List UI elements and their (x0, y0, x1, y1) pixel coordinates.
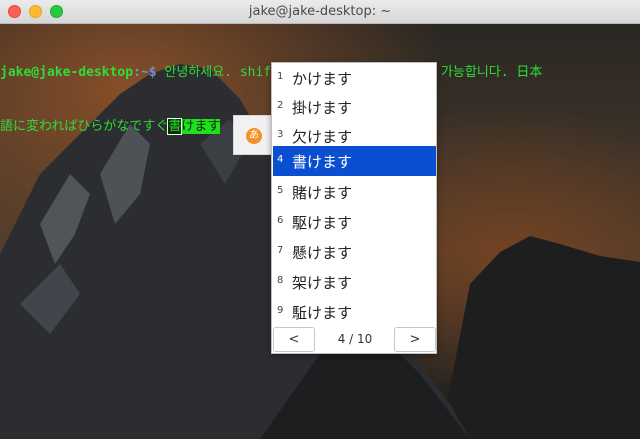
preedit-cursor-char: 書 (167, 118, 183, 135)
prompt-path: :~$ (133, 65, 157, 80)
candidate-item[interactable]: 9 駈けます (273, 297, 436, 327)
ime-candidate-window: 1 かけます 2 掛けます 3 欠けます 4 書けます 5 賭けます 6 駆けま… (271, 62, 437, 354)
candidate-number: 8 (277, 275, 284, 286)
preedit-remaining: けます (181, 119, 221, 134)
candidate-item[interactable]: 5 賭けます (273, 177, 436, 207)
previous-page-button[interactable]: < (273, 327, 315, 352)
candidate-number: 6 (277, 215, 284, 226)
page-indicator: 4 / 10 (337, 332, 373, 346)
candidate-number: 5 (277, 185, 284, 196)
candidate-word: 賭けます (292, 184, 353, 202)
candidate-number: 1 (277, 71, 284, 82)
hiragana-a-icon: あ (246, 128, 262, 144)
candidate-item[interactable]: 7 懸けます (273, 237, 436, 267)
candidate-word: 架けます (292, 274, 353, 292)
candidate-word: 欠けます (292, 128, 353, 146)
candidate-word: 懸けます (292, 244, 353, 262)
candidate-number: 3 (277, 129, 284, 140)
candidate-word: 駆けます (292, 214, 353, 232)
prompt-user: jake@jake-desktop (0, 65, 134, 80)
candidate-word: 駈けます (292, 304, 353, 322)
title-bar: jake@jake-desktop: ~ (0, 0, 640, 24)
candidate-number: 4 (277, 154, 284, 165)
candidate-number: 9 (277, 305, 284, 316)
candidate-item[interactable]: 1 かけます (273, 63, 436, 93)
candidate-word: 書けます (292, 153, 353, 171)
next-page-button[interactable]: > (394, 327, 436, 352)
candidate-number: 2 (277, 100, 284, 111)
candidate-item[interactable]: 6 駆けます (273, 207, 436, 237)
candidate-item[interactable]: 8 架けます (273, 267, 436, 297)
candidate-item-selected[interactable]: 4 書けます (273, 146, 436, 176)
candidate-word: かけます (292, 70, 353, 88)
candidate-number: 7 (277, 245, 284, 256)
input-text-line-2: 語に変わればひらがなですぐ (0, 119, 169, 134)
window-title: jake@jake-desktop: ~ (248, 4, 392, 19)
ime-preedit-text: 書けます (167, 118, 221, 135)
candidate-pager: < 4 / 10 > (272, 327, 436, 353)
candidate-item[interactable]: 2 掛けます (273, 92, 436, 122)
candidate-word: 掛けます (292, 99, 353, 117)
ime-mode-indicator: あ (233, 115, 273, 155)
